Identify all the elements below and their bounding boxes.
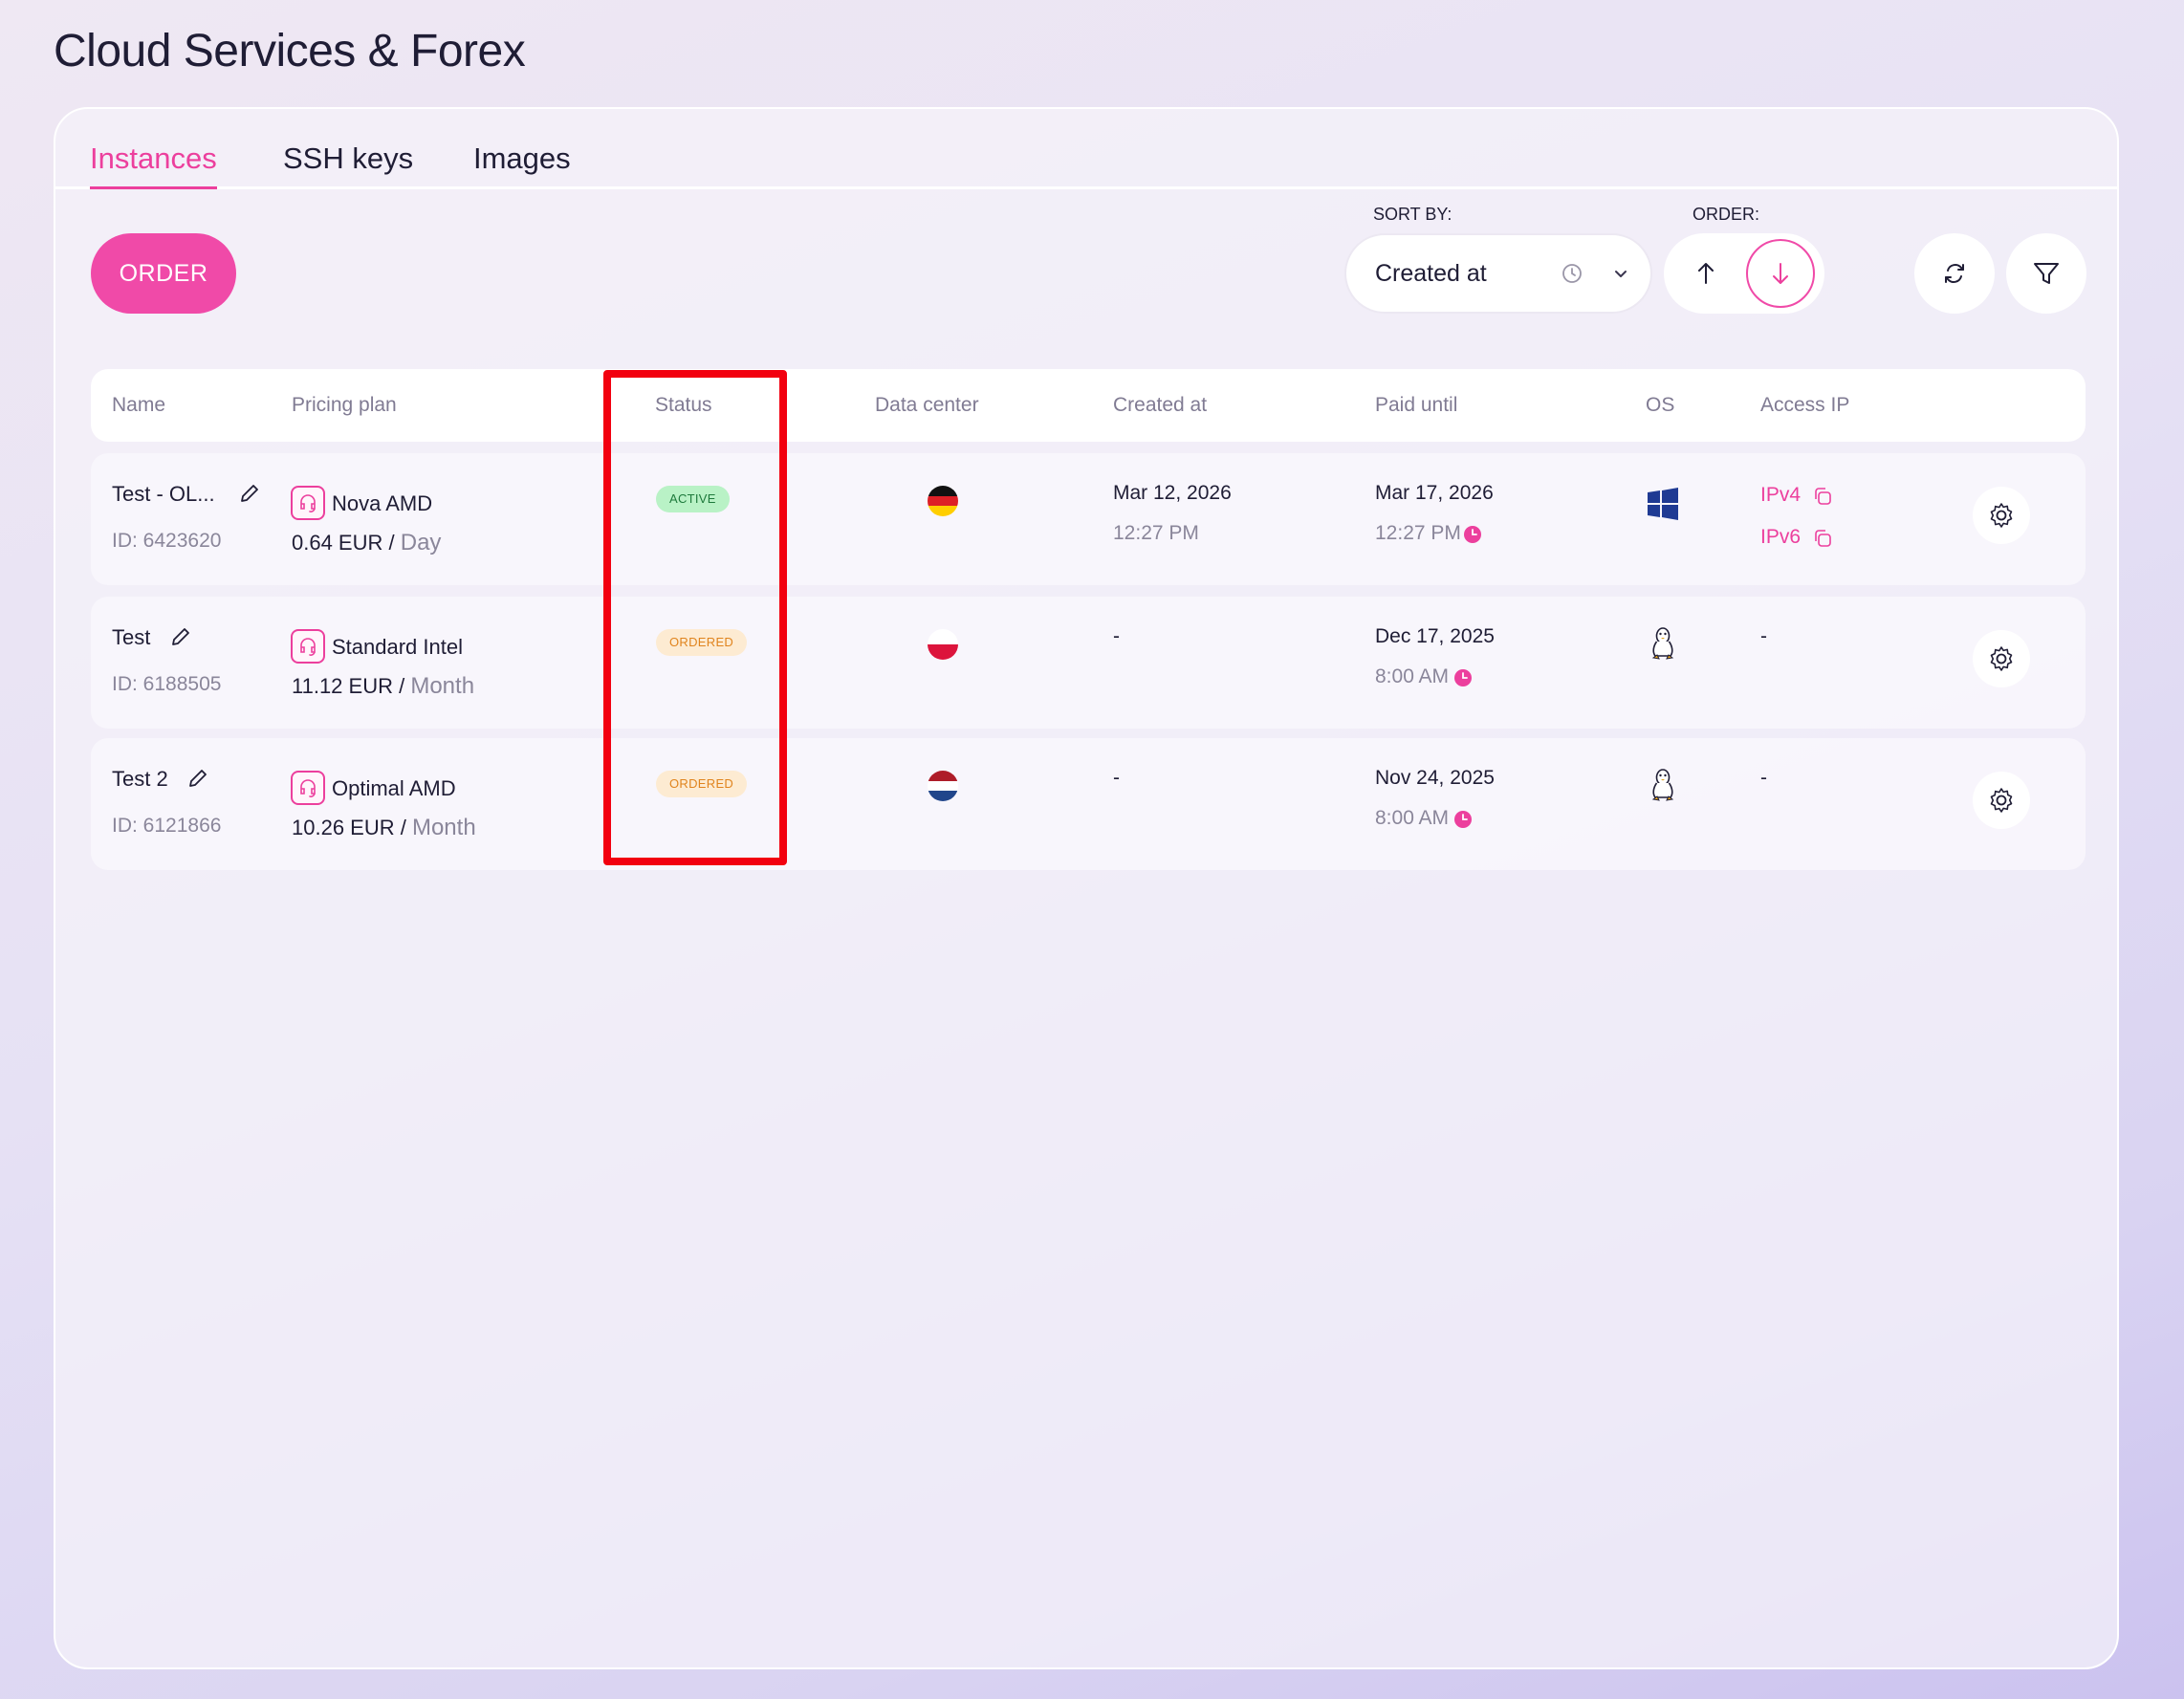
tab-ssh-keys[interactable]: SSH keys — [283, 142, 413, 176]
tab-images[interactable]: Images — [473, 142, 571, 176]
plan-period: Day — [400, 530, 442, 555]
sort-descending-button[interactable] — [1746, 239, 1815, 308]
edit-icon[interactable] — [169, 625, 192, 648]
copy-icon[interactable] — [1812, 486, 1833, 507]
sort-ascending-button[interactable] — [1671, 239, 1740, 308]
column-header-access-ip: Access IP — [1760, 394, 1850, 416]
access-ip-empty: - — [1760, 625, 1767, 647]
clock-filled-icon — [1464, 526, 1481, 543]
paid-until-date: Mar 17, 2026 — [1375, 482, 1494, 504]
gear-icon — [1990, 503, 2013, 528]
order-label: ORDER: — [1693, 205, 1760, 224]
status-column-highlight — [603, 370, 787, 865]
column-header-os: OS — [1646, 394, 1675, 416]
instance-settings-button[interactable] — [1973, 630, 2030, 687]
created-date: - — [1113, 767, 1120, 789]
plan-price: 0.64 EUR / Day — [292, 530, 442, 555]
arrow-down-icon — [1773, 263, 1788, 284]
order-button[interactable]: ORDER — [91, 233, 236, 314]
chevron-down-icon — [1615, 271, 1627, 277]
plan-name: Standard Intel — [332, 635, 463, 659]
table-row[interactable]: Test - OL... ID: 6423620 Nova AMD 0.64 E… — [91, 453, 2086, 585]
linux-icon — [1651, 627, 1674, 660]
instance-id: ID: 6121866 — [112, 815, 222, 837]
tab-instances[interactable]: Instances — [90, 142, 217, 189]
gear-icon — [1990, 646, 2013, 671]
refresh-icon — [1945, 264, 1964, 283]
column-header-created-at: Created at — [1113, 394, 1208, 416]
clock-filled-icon — [1454, 669, 1472, 686]
support-headset-icon — [291, 629, 325, 664]
column-header-data-center: Data center — [875, 394, 979, 416]
created-time: 12:27 PM — [1113, 522, 1199, 544]
main-panel: Instances SSH keys Images ORDER SORT BY:… — [54, 107, 2119, 1669]
ipv6-link[interactable]: IPv6 — [1760, 526, 1801, 549]
paid-until-time: 12:27 PM — [1375, 522, 1461, 544]
instance-name: Test 2 — [112, 767, 168, 791]
copy-icon[interactable] — [1812, 528, 1833, 549]
instance-settings-button[interactable] — [1973, 487, 2030, 544]
instance-id: ID: 6423620 — [112, 530, 222, 552]
edit-icon[interactable] — [238, 482, 261, 505]
instance-id: ID: 6188505 — [112, 673, 222, 695]
access-ip-empty: - — [1760, 767, 1767, 789]
paid-until-time: 8:00 AM — [1375, 665, 1450, 687]
plan-period: Month — [411, 815, 476, 840]
plan-name: Optimal AMD — [332, 776, 456, 800]
gear-icon — [1990, 788, 2013, 813]
instance-name: Test — [112, 625, 151, 649]
instance-settings-button[interactable] — [1973, 772, 2030, 829]
refresh-button[interactable] — [1914, 233, 1995, 314]
paid-until-date: Dec 17, 2025 — [1375, 625, 1495, 647]
table-header: Name Pricing plan Status Data center Cre… — [91, 369, 2086, 442]
instance-name: Test - OL... — [112, 482, 215, 506]
page-title: Cloud Services & Forex — [54, 26, 526, 76]
column-header-name: Name — [112, 394, 166, 416]
paid-until-time: 8:00 AM — [1375, 807, 1450, 829]
created-date: - — [1113, 625, 1120, 647]
plan-name: Nova AMD — [332, 491, 433, 515]
table-row[interactable]: Test 2 ID: 6121866 Optimal AMD 10.26 EUR… — [91, 738, 2086, 870]
plan-price: 11.12 EUR / Month — [292, 673, 475, 699]
sort-by-select[interactable]: Created at — [1344, 233, 1652, 314]
table-row[interactable]: Test ID: 6188505 Standard Intel 11.12 EU… — [91, 597, 2086, 729]
support-headset-icon — [291, 771, 325, 805]
plan-period: Month — [410, 673, 475, 699]
netherlands-flag — [928, 771, 958, 801]
paid-until-date: Nov 24, 2025 — [1375, 767, 1495, 789]
edit-icon[interactable] — [186, 767, 209, 790]
ipv4-link[interactable]: IPv4 — [1760, 484, 1801, 507]
poland-flag — [928, 629, 958, 660]
sort-by-label: SORT BY: — [1373, 205, 1452, 224]
order-toggle — [1664, 233, 1824, 314]
support-headset-icon — [291, 486, 325, 520]
filter-icon — [2034, 263, 2059, 284]
filter-button[interactable] — [2006, 233, 2086, 314]
clock-icon — [1562, 264, 1582, 283]
created-date: Mar 12, 2026 — [1113, 482, 1232, 504]
arrow-up-icon — [1698, 263, 1714, 284]
sort-by-value: Created at — [1375, 259, 1487, 287]
germany-flag — [928, 486, 958, 516]
windows-icon — [1648, 488, 1678, 520]
plan-price: 10.26 EUR / Month — [292, 815, 476, 840]
linux-icon — [1651, 769, 1674, 801]
clock-filled-icon — [1454, 811, 1472, 828]
column-header-pricing-plan: Pricing plan — [292, 394, 397, 416]
column-header-paid-until: Paid until — [1375, 394, 1458, 416]
tab-bar: Instances SSH keys Images — [55, 109, 2117, 189]
